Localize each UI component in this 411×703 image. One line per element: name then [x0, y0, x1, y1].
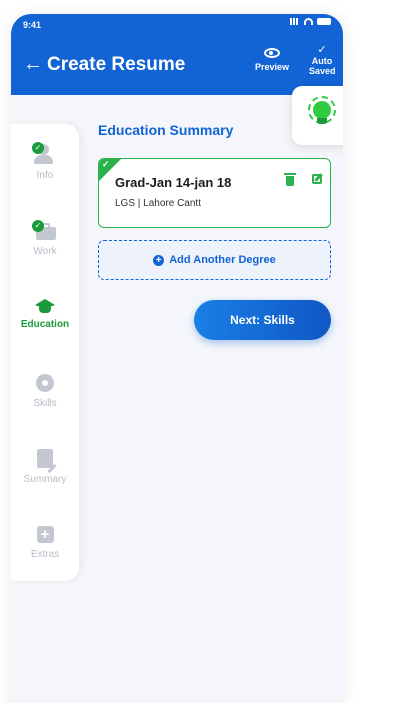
sidebar-item-label: Work [33, 246, 57, 257]
tip-button[interactable] [292, 86, 343, 145]
sidebar: ✓ Info ✓ Work Education Skills Summary +… [11, 124, 79, 581]
page-title: Create Resume [47, 54, 186, 75]
check-icon: ✓ [317, 44, 327, 56]
plus-square-icon: + [36, 526, 54, 543]
sidebar-item-summary[interactable]: Summary [11, 449, 79, 485]
sidebar-item-work[interactable]: ✓ Work [11, 220, 79, 257]
sidebar-item-info[interactable]: ✓ Info [11, 142, 79, 181]
plus-circle-icon: + [153, 254, 165, 266]
lightbulb-icon [313, 101, 331, 119]
autosave-label-1: Auto [311, 56, 333, 66]
signal-icon [290, 18, 300, 25]
phone-screen: 9:41 ← Create Resume Preview ✓ Auto Save… [11, 14, 343, 703]
add-degree-button[interactable]: + Add Another Degree [98, 240, 331, 280]
autosave-indicator: ✓ Auto Saved [309, 44, 336, 77]
sidebar-item-label: Extras [30, 549, 60, 560]
sidebar-item-extras[interactable]: + Extras [11, 526, 79, 560]
check-badge-icon: ✓ [32, 220, 44, 232]
degree-card[interactable]: ✓ Grad-Jan 14-jan 18 LGS | Lahore Cantt [98, 158, 331, 228]
check-badge-icon: ✓ [32, 142, 44, 154]
sidebar-item-label: Skills [33, 398, 57, 409]
sidebar-item-label: Summary [23, 474, 67, 485]
preview-label: Preview [254, 62, 290, 72]
status-icons [290, 18, 331, 25]
next-skills-button[interactable]: Next: Skills [194, 300, 331, 340]
check-icon: ✓ [102, 159, 110, 169]
battery-icon [317, 18, 331, 25]
sidebar-item-label: Info [36, 170, 54, 181]
lightbulb-base [317, 118, 327, 124]
arrow-left-icon[interactable]: ← [23, 53, 43, 75]
eye-icon [264, 48, 280, 58]
wifi-icon [304, 18, 313, 25]
preview-button[interactable]: Preview [254, 48, 290, 72]
degree-subtitle: LGS | Lahore Cantt [115, 198, 201, 209]
graduation-cap-icon [35, 299, 55, 313]
person-icon: ✓ [32, 142, 56, 164]
sidebar-item-label: Education [20, 319, 70, 330]
status-time: 9:41 [23, 20, 42, 30]
section-title: Education Summary [98, 122, 234, 138]
gear-icon [36, 374, 54, 392]
trash-icon[interactable] [284, 173, 296, 186]
sidebar-item-skills[interactable]: Skills [11, 374, 79, 409]
briefcase-icon: ✓ [32, 220, 56, 240]
sidebar-item-education[interactable]: Education [11, 299, 79, 330]
degree-title: Grad-Jan 14-jan 18 [115, 175, 232, 190]
edit-icon[interactable] [312, 174, 322, 184]
autosave-label-2: Saved [309, 66, 336, 76]
document-icon [37, 449, 53, 468]
app-header: 9:41 ← Create Resume Preview ✓ Auto Save… [11, 14, 343, 95]
add-degree-label: Add Another Degree [169, 254, 276, 266]
